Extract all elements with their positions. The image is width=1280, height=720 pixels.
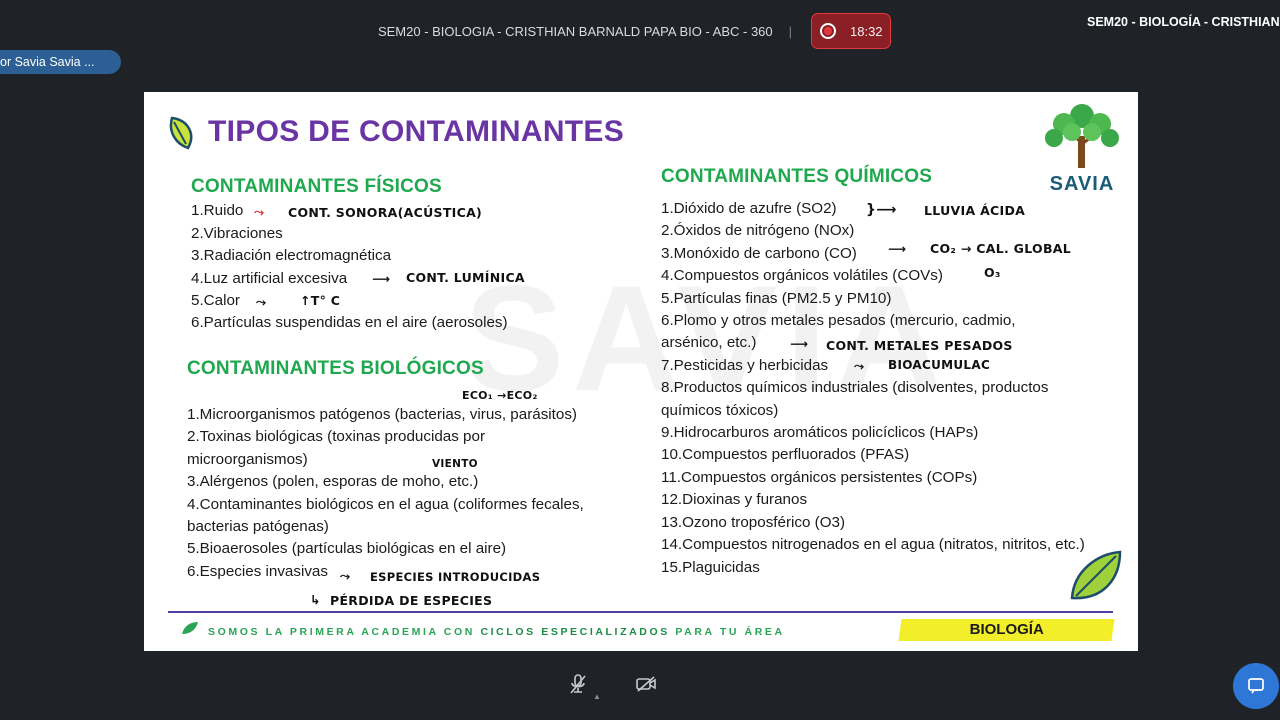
list-item: 10.Compuestos perfluorados (PFAS) xyxy=(661,446,910,464)
biological-title: CONTAMINANTES BIOLÓGICOS xyxy=(187,358,484,379)
list-item: 1.Microorganismos patógenos (bacterias, … xyxy=(187,406,577,423)
footer-slogan: SOMOS LA PRIMERA ACADEMIA CON CICLOS ESP… xyxy=(208,626,785,638)
subject-tag-label: BIOLOGÍA xyxy=(969,621,1044,638)
handwritten-arrow: ⤳ xyxy=(256,294,267,309)
list-item: 3.Alérgenos (polen, esporas de moho, etc… xyxy=(187,473,479,491)
list-item: 14.Compuestos nitrogenados en el agua (n… xyxy=(661,536,1085,554)
list-item: 4.Contaminantes biológicos en el agua (c… xyxy=(187,495,584,536)
footer-slogan-part: SOMOS LA PRIMERA ACADEMIA CON xyxy=(208,626,481,638)
bottom-toolbar: ▲ xyxy=(0,652,1280,720)
logo-text: SAVIA xyxy=(1049,173,1115,195)
handwritten-note-viento: VIENTO xyxy=(432,458,478,470)
list-item: 5.Calor xyxy=(191,292,240,310)
participant-name-pill[interactable]: or Savia Savia ... xyxy=(0,50,121,74)
footer-slogan-part: PARA TU ÁREA xyxy=(669,626,785,638)
chat-icon xyxy=(1248,678,1264,694)
meeting-title: SEM20 - BIOLOGIA - CRISTHIAN BARNALD PAP… xyxy=(0,24,1170,39)
list-item: 2.Vibraciones xyxy=(191,224,283,242)
handwritten-arrow-red: ⤳ xyxy=(254,204,265,219)
handwritten-note-lluvia: LLUVIA ÁCIDA xyxy=(924,203,1026,218)
meeting-title-text: SEM20 - BIOLOGIA - CRISTHIAN BARNALD PAP… xyxy=(377,24,773,39)
list-item: 11.Compuestos orgánicos persistentes (CO… xyxy=(661,468,978,486)
record-icon xyxy=(820,23,836,39)
handwritten-arrow: ⟶ xyxy=(372,271,391,286)
recording-timer[interactable]: 18:32 xyxy=(811,13,891,49)
handwritten-note-invasivas: ESPECIES INTRODUCIDAS xyxy=(370,570,541,584)
physical-title: CONTAMINANTES FÍSICOS xyxy=(191,176,442,197)
handwritten-note-calor: ↑T° C xyxy=(300,293,341,308)
footer-divider xyxy=(168,611,1113,613)
top-bar: SEM20 - BIOLOGIA - CRISTHIAN BARNALD PAP… xyxy=(0,0,1280,90)
timer-text: 18:32 xyxy=(850,23,883,39)
shared-window-title: SEM20 - BIOLOGÍA - CRISTHIAN xyxy=(1087,15,1280,29)
list-item: 15.Plaguicidas xyxy=(661,558,760,576)
meeting-app: SEM20 - BIOLOGIA - CRISTHIAN BARNALD PAP… xyxy=(0,0,1280,720)
microphone-muted-icon xyxy=(570,674,586,694)
camera-button[interactable] xyxy=(626,666,666,702)
savia-logo: SAVIA xyxy=(1040,102,1124,196)
decorative-leaf-icon xyxy=(1070,550,1122,600)
camera-off-icon xyxy=(636,676,656,692)
list-item: 13.Ozono troposférico (O3) xyxy=(661,513,846,531)
handwritten-note-luz: CONT. LUMÍNICA xyxy=(406,270,525,285)
list-item: 4.Compuestos orgánicos volátiles (COVs) xyxy=(661,267,943,285)
slide-title: TIPOS DE CONTAMINANTES xyxy=(208,115,625,148)
handwritten-arrow: ⟶ xyxy=(888,241,907,256)
handwritten-note-covs: O₃ xyxy=(984,265,1001,280)
caret-up-icon[interactable]: ▲ xyxy=(593,692,603,702)
handwritten-note-ruido: CONT. SONORA(ACÚSTICA) xyxy=(288,205,483,220)
handwritten-note-metales: CONT. METALES PESADOS xyxy=(826,338,1013,353)
handwritten-brace: }⟶ xyxy=(866,202,897,218)
physical-contaminants-section: CONTAMINANTES FÍSICOS 1.Ruido 2.Vibracio… xyxy=(191,176,508,335)
list-item: 5.Bioaerosoles (partículas biológicas en… xyxy=(187,540,507,558)
handwritten-note-pesticidas: BIOACUMULAC xyxy=(888,358,991,372)
subject-tag: BIOLOGÍA xyxy=(898,619,1115,641)
list-item: 9.Hidrocarburos aromáticos policíclicos … xyxy=(661,424,979,442)
list-item: 2.Óxidos de nitrógeno (NOx) xyxy=(661,222,855,240)
list-item: 8.Productos químicos industriales (disol… xyxy=(661,379,1049,419)
list-item: 6.Partículas suspendidas en el aire (aer… xyxy=(191,314,508,332)
handwritten-note-perdida: PÉRDIDA DE ESPECIES xyxy=(330,593,493,608)
shared-slide: SAVIA TIPOS DE CONTAMINANTES SAVIA CONTA… xyxy=(144,92,1138,651)
footer-leaf-icon xyxy=(182,622,198,634)
list-item: 12.Dioxinas y furanos xyxy=(661,491,808,509)
tree-icon xyxy=(1045,104,1119,168)
handwritten-arrow: ↳ xyxy=(310,592,321,607)
chemical-title: CONTAMINANTES QUÍMICOS xyxy=(661,166,933,187)
chat-button[interactable] xyxy=(1233,663,1279,709)
title-separator: | xyxy=(788,24,793,39)
handwritten-arrow: ⟶ xyxy=(790,336,809,351)
handwritten-arrow: ⤳ xyxy=(854,358,865,373)
list-item: 3.Radiación electromagnética xyxy=(191,247,392,265)
handwritten-note-co2: CO₂ → CAL. GLOBAL xyxy=(930,241,1072,256)
list-item: 5.Partículas finas (PM2.5 y PM10) xyxy=(661,289,892,307)
biological-list: 1.Microorganismos patógenos (bacterias, … xyxy=(187,404,647,583)
leaf-icon xyxy=(169,116,193,150)
handwritten-note-eco: ECO₁ →ECO₂ xyxy=(462,389,538,402)
mute-button[interactable] xyxy=(558,666,598,702)
handwritten-arrow: ⤳ xyxy=(340,568,351,583)
footer-slogan-highlight: CICLOS ESPECIALIZADOS xyxy=(480,626,670,638)
